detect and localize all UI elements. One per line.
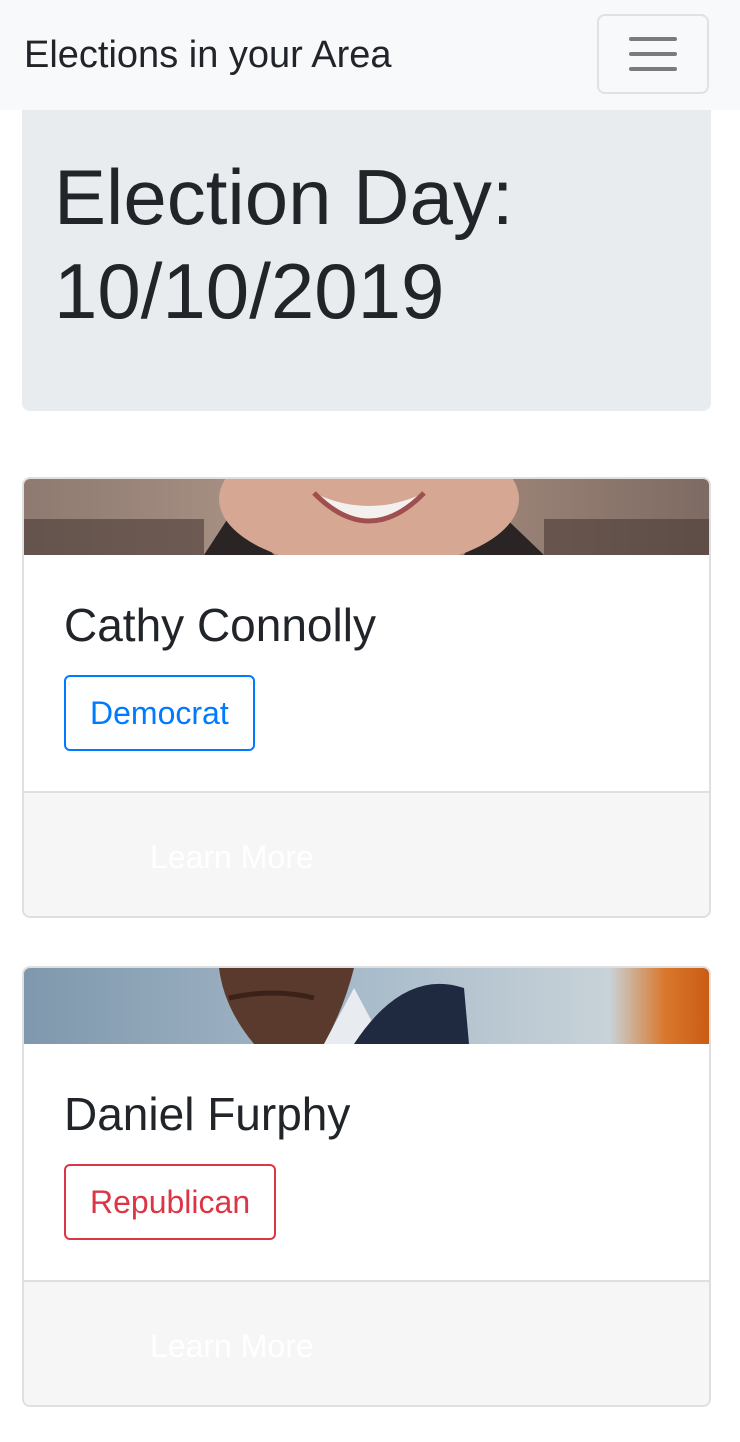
card-footer: Learn More [24,791,709,916]
candidate-name: Daniel Furphy [64,1088,351,1140]
candidate-name: Cathy Connolly [64,599,376,651]
candidate-photo [24,479,709,555]
navbar: Elections in your Area [0,0,740,110]
candidate-card: Daniel Furphy Republican Learn More [22,966,711,1407]
party-button-democrat[interactable]: Democrat [64,675,255,751]
party-button-republican[interactable]: Republican [64,1164,277,1240]
navbar-toggler-button[interactable] [597,14,709,94]
learn-more-button[interactable]: Learn More [150,1326,314,1366]
election-day-heading: Election Day: 10/10/2019 [54,153,514,335]
election-day-jumbotron: Election Day: 10/10/2019 [22,110,711,411]
candidate-card: Cathy Connolly Democrat Learn More [22,477,711,918]
card-footer: Learn More [24,1280,709,1405]
candidate-photo [24,968,709,1044]
navbar-brand[interactable]: Elections in your Area [24,32,392,78]
learn-more-button[interactable]: Learn More [150,837,314,877]
